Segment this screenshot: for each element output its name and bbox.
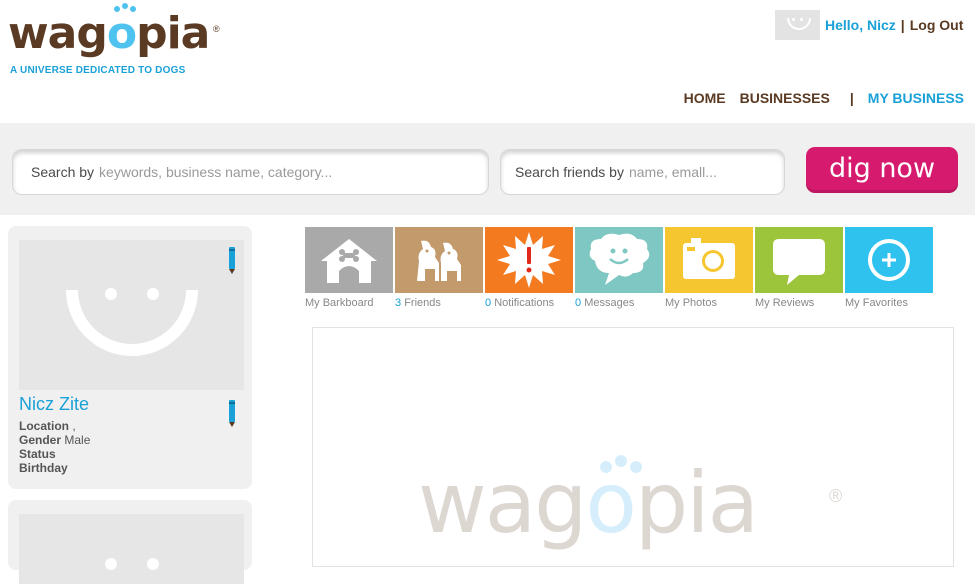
- business-search-label: Search by: [31, 164, 95, 180]
- tile-label: My Reviews: [755, 297, 815, 309]
- business-search-input[interactable]: Search by keywords, business name, categ…: [12, 149, 489, 195]
- profile-name: Nicz Zite: [19, 394, 90, 414]
- tile-count: 3: [395, 297, 402, 309]
- dogs-icon: [395, 227, 483, 293]
- watermark-part: pia: [634, 454, 759, 552]
- tile-caption: My Favorites: [845, 297, 933, 309]
- friend-search-input[interactable]: Search friends by name, emall...: [500, 149, 785, 195]
- tile-notifications[interactable]: 0 Notifications: [485, 227, 573, 309]
- nav-my-business[interactable]: MY BUSINESS: [868, 90, 964, 106]
- logout-link[interactable]: Log Out: [910, 17, 964, 33]
- tile-photos[interactable]: My Photos: [665, 227, 753, 309]
- user-greeting-link[interactable]: Hello, Nicz: [825, 17, 896, 33]
- profile-gender: Gender Male: [19, 433, 90, 447]
- tile-caption: 3 Friends: [395, 297, 483, 309]
- location-value: ,: [72, 419, 76, 433]
- tile-caption: 0 Messages: [575, 297, 663, 309]
- watermark-part: wag: [418, 454, 587, 552]
- nav-businesses[interactable]: BUSINESSES: [740, 90, 830, 106]
- profile-status: Status: [19, 447, 90, 461]
- secondary-card: [8, 500, 252, 584]
- plus-badge-icon: [845, 227, 933, 293]
- profile-photo[interactable]: [19, 240, 244, 390]
- user-menu: Hello, Nicz | Log Out: [775, 10, 963, 40]
- placeholder-smile: [65, 290, 198, 356]
- tile-label: My Barkboard: [305, 297, 374, 309]
- tile-count: 0: [485, 297, 492, 309]
- profile-card: Nicz Zite Location , Gender Male Status …: [8, 226, 252, 489]
- logo-wordmark-part: pia: [136, 8, 210, 59]
- alert-burst-icon: [485, 227, 573, 293]
- speech-cloud-icon: [575, 227, 663, 293]
- location-label: Location: [19, 419, 69, 433]
- dig-now-button[interactable]: dig now: [806, 147, 958, 193]
- logo-tagline: A UNIVERSE DEDICATED TO DOGS: [10, 65, 186, 76]
- registered-mark: ®: [213, 24, 220, 34]
- logo-wordmark: wagopia: [8, 6, 210, 60]
- tile-messages[interactable]: 0 Messages: [575, 227, 663, 309]
- wagopia-watermark: wagopia: [418, 453, 759, 553]
- main-content-panel: wagopia ®: [312, 327, 954, 567]
- profile-details: Location , Gender Male Status Birthday: [19, 419, 90, 475]
- tile-label: Messages: [584, 297, 635, 309]
- user-avatar[interactable]: [775, 10, 820, 40]
- placeholder-eyes: [104, 558, 117, 570]
- status-label: Status: [19, 447, 56, 461]
- speech-bubble-icon: [755, 227, 843, 293]
- tile-label: Friends: [404, 297, 441, 309]
- wagopia-logo[interactable]: wagopia ® A UNIVERSE DEDICATED TO DOGS: [8, 6, 238, 78]
- watermark-registered-mark: ®: [829, 486, 843, 506]
- tile-label: Notifications: [494, 297, 555, 309]
- main-nav: HOME BUSINESSES | MY BUSINESS: [670, 90, 964, 106]
- edit-profile-pencil-icon[interactable]: [229, 400, 235, 427]
- tile-label: My Favorites: [845, 297, 908, 309]
- profile-location: Location ,: [19, 419, 90, 433]
- nav-home[interactable]: HOME: [684, 90, 726, 106]
- friend-search-label: Search friends by: [515, 164, 624, 180]
- tile-caption: My Photos: [665, 297, 753, 309]
- tile-label: My Photos: [665, 297, 717, 309]
- tile-friends[interactable]: 3 Friends: [395, 227, 483, 309]
- friend-search-placeholder: name, emall...: [628, 164, 717, 180]
- birthday-label: Birthday: [19, 461, 68, 475]
- nav-divider: |: [849, 90, 854, 106]
- profile-birthday: Birthday: [19, 461, 90, 475]
- logo-wordmark-part: wag: [8, 8, 108, 59]
- secondary-photo[interactable]: [19, 514, 244, 584]
- user-menu-separator: |: [900, 17, 905, 33]
- tile-reviews[interactable]: My Reviews: [755, 227, 843, 309]
- camera-icon: [665, 227, 753, 293]
- tile-barkboard[interactable]: My Barkboard: [305, 227, 393, 309]
- tile-caption: 0 Notifications: [485, 297, 573, 309]
- gender-label: Gender: [19, 433, 62, 447]
- business-search-placeholder: keywords, business name, category...: [99, 164, 333, 180]
- tile-count: 0: [575, 297, 582, 309]
- tile-caption: My Barkboard: [305, 297, 393, 309]
- tile-caption: My Reviews: [755, 297, 843, 309]
- logo-wordmark-o: o: [106, 6, 137, 59]
- doghouse-icon: [305, 227, 393, 293]
- gender-value: Male: [64, 433, 91, 447]
- edit-photo-pencil-icon[interactable]: [229, 247, 235, 274]
- dashboard-tiles: My Barkboard 3 Friends 0 Notifications 0…: [305, 227, 935, 309]
- tile-favorites[interactable]: My Favorites: [845, 227, 933, 309]
- watermark-o: o: [585, 454, 637, 552]
